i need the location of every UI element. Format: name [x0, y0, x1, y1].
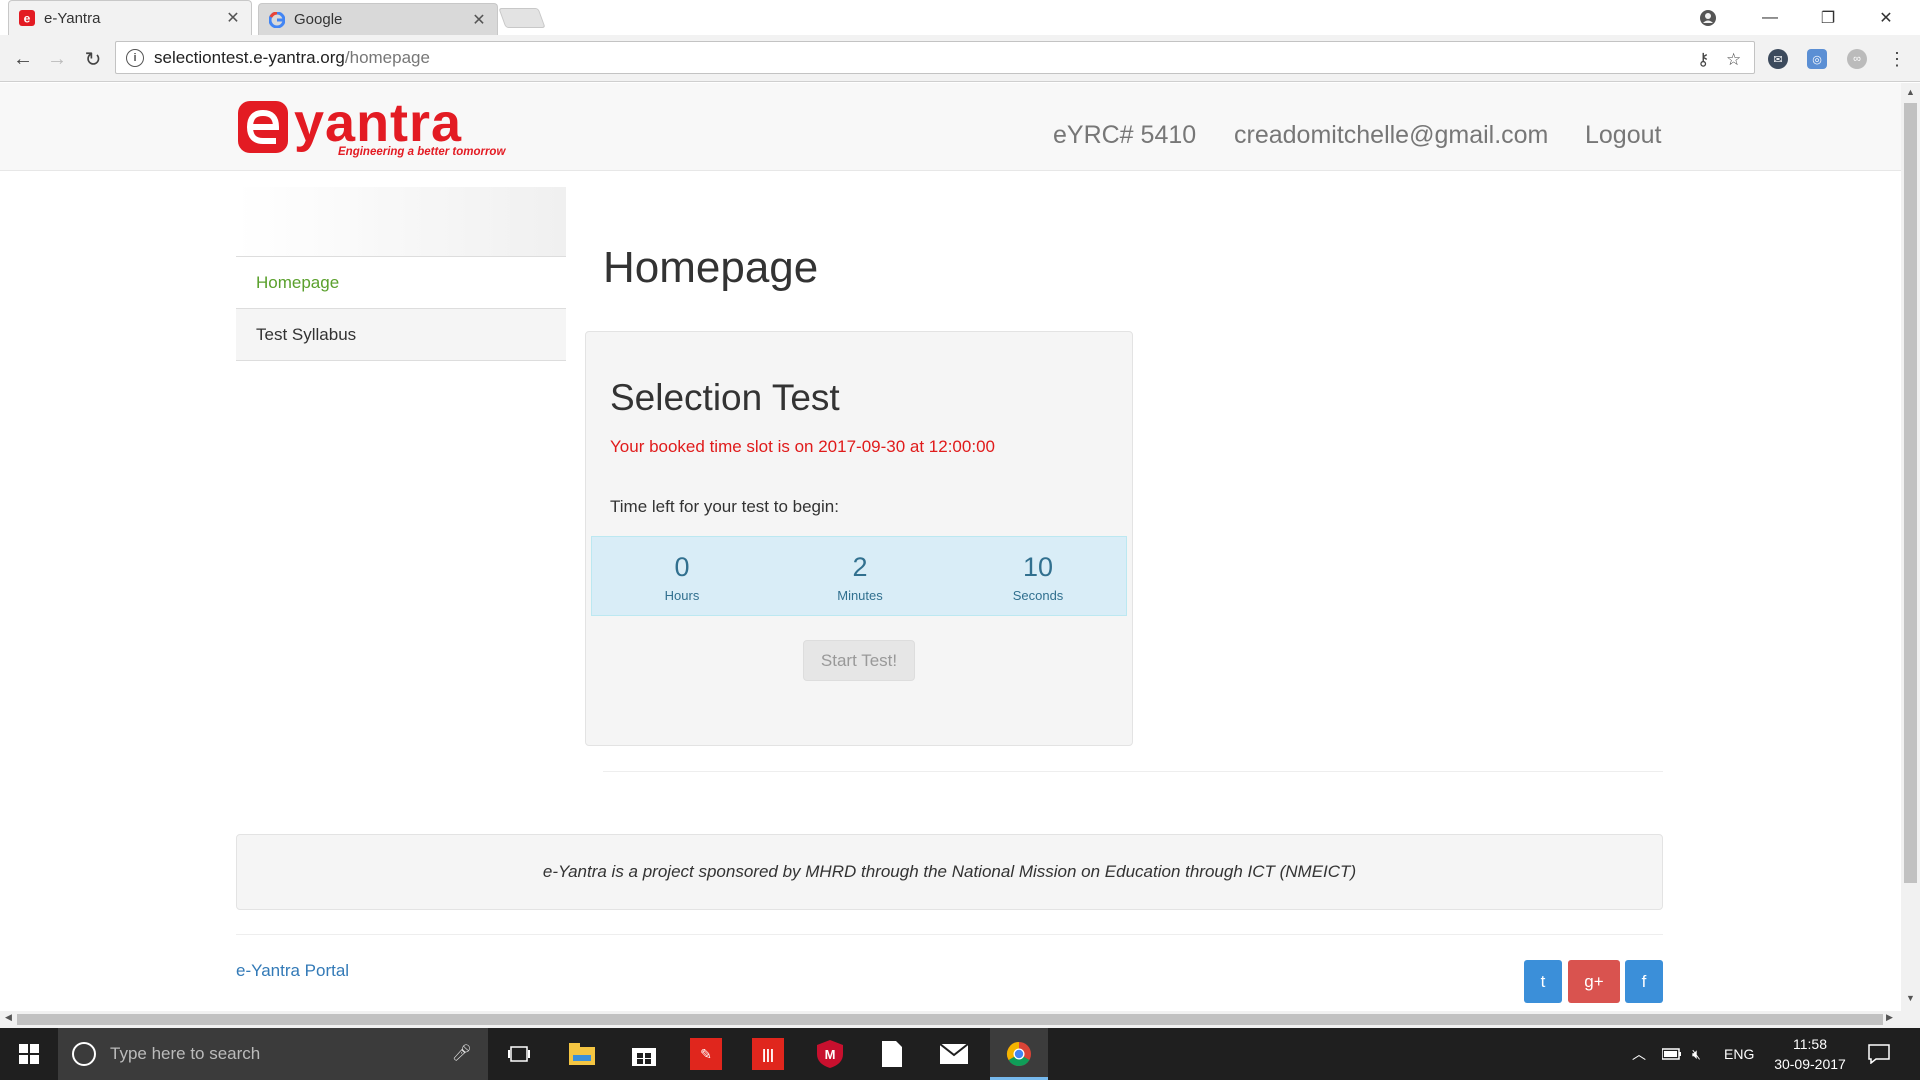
- store-icon[interactable]: [628, 1038, 660, 1070]
- sidebar-item-test-syllabus[interactable]: Test Syllabus: [236, 309, 566, 361]
- minimize-icon[interactable]: —: [1742, 0, 1798, 35]
- tab-title: e-Yantra: [44, 9, 101, 27]
- scroll-thumb[interactable]: [1904, 103, 1917, 883]
- language-indicator[interactable]: ENG: [1724, 1028, 1754, 1080]
- close-window-icon[interactable]: ✕: [1858, 0, 1914, 35]
- svg-text:Engineering a better tomorrow: Engineering a better tomorrow: [338, 146, 506, 158]
- task-view-icon[interactable]: [503, 1038, 535, 1070]
- extension-link-icon[interactable]: ∞: [1847, 49, 1867, 69]
- address-bar[interactable]: i selectiontest.e-yantra.org/homepage ⚷ …: [115, 41, 1755, 74]
- document-icon[interactable]: [876, 1038, 908, 1070]
- back-icon[interactable]: ←: [8, 44, 38, 74]
- forward-icon[interactable]: →: [42, 44, 72, 74]
- countdown-value: 0: [674, 552, 690, 582]
- site-header: yantra Engineering a better tomorrow eYR…: [0, 83, 1901, 171]
- tab-e-yantra[interactable]: e e-Yantra ✕: [8, 0, 252, 35]
- countdown-seconds: 10 Seconds: [948, 537, 1128, 617]
- selection-test-heading: Selection Test: [610, 377, 840, 418]
- divider: [236, 934, 1663, 935]
- clock-time: 11:58: [1793, 1036, 1827, 1052]
- team-id-label[interactable]: eYRC# 5410: [1053, 121, 1196, 150]
- scroll-down-icon[interactable]: ▼: [1901, 993, 1920, 1003]
- slot-message: Your booked time slot is on 2017-09-30 a…: [610, 437, 995, 456]
- windows-taskbar: Type here to search 🎤︎ ✎ ||| M ︿ 🔇︎ ENG …: [0, 1028, 1920, 1080]
- show-hidden-icons[interactable]: ︿: [1632, 1028, 1646, 1080]
- url-path: /homepage: [344, 47, 430, 67]
- profile-icon[interactable]: [1680, 0, 1736, 35]
- tab-title: Google: [294, 11, 343, 28]
- page-title: Homepage: [603, 243, 819, 292]
- sidebar-banner: [236, 187, 566, 257]
- scroll-up-icon[interactable]: ▲: [1901, 87, 1920, 97]
- mail-icon[interactable]: [938, 1038, 970, 1070]
- close-tab-icon[interactable]: ✕: [225, 8, 241, 28]
- taskbar-clock[interactable]: 11:58 30-09-2017: [1760, 1034, 1860, 1074]
- battery-icon[interactable]: [1662, 1028, 1682, 1080]
- svg-text:yantra: yantra: [294, 97, 462, 153]
- time-left-label: Time left for your test to begin:: [610, 497, 839, 516]
- countdown-minutes: 2 Minutes: [770, 537, 950, 617]
- countdown-hours: 0 Hours: [592, 537, 772, 617]
- logout-link[interactable]: Logout: [1585, 121, 1661, 150]
- selection-test-panel: Selection Test Your booked time slot is …: [585, 331, 1133, 746]
- e-yantra-portal-link[interactable]: e-Yantra Portal: [236, 961, 349, 981]
- restore-icon[interactable]: ❐: [1800, 0, 1856, 35]
- scroll-thumb[interactable]: [17, 1014, 1883, 1025]
- sponsor-note: e-Yantra is a project sponsored by MHRD …: [236, 834, 1663, 910]
- taskbar-search-box[interactable]: Type here to search 🎤︎: [58, 1028, 488, 1080]
- countdown-value: 10: [1022, 552, 1054, 582]
- windows-start-icon[interactable]: [0, 1028, 58, 1080]
- browser-toolbar: ← → ↻ i selectiontest.e-yantra.org/homep…: [0, 35, 1920, 82]
- tab-google[interactable]: Google ✕: [258, 3, 498, 35]
- volume-muted-icon[interactable]: 🔇︎: [1692, 1028, 1701, 1080]
- countdown-unit: Minutes: [837, 588, 883, 603]
- sidebar-item-homepage[interactable]: Homepage: [236, 257, 566, 309]
- vertical-scrollbar[interactable]: ▲ ▼: [1901, 83, 1920, 1028]
- mcafee-icon[interactable]: M: [814, 1038, 846, 1070]
- countdown-unit: Hours: [664, 588, 700, 603]
- key-icon[interactable]: ⚷: [1697, 50, 1709, 70]
- bookmark-star-icon[interactable]: ☆: [1726, 50, 1741, 70]
- browser-tab-strip: e e-Yantra ✕ Google ✕ — ❐ ✕: [0, 0, 1920, 35]
- scroll-left-icon[interactable]: ◀: [5, 1012, 12, 1023]
- facebook-button[interactable]: f: [1625, 960, 1663, 1003]
- microphone-icon[interactable]: 🎤︎: [452, 1043, 472, 1063]
- horizontal-scrollbar[interactable]: ◀ ▶: [0, 1011, 1901, 1028]
- svg-text:M: M: [825, 1047, 836, 1062]
- googleplus-button[interactable]: g+: [1568, 960, 1620, 1003]
- pdf-app-icon[interactable]: ✎: [690, 1038, 722, 1070]
- countdown-timer: 0 Hours 2 Minutes 10 Seconds: [591, 536, 1127, 616]
- chrome-icon: [1006, 1042, 1031, 1067]
- url-host: selectiontest.e-yantra.org: [154, 47, 345, 67]
- action-center-icon[interactable]: [1868, 1028, 1890, 1080]
- e-yantra-logo[interactable]: yantra Engineering a better tomorrow: [236, 93, 528, 159]
- divider: [603, 771, 1663, 772]
- user-email-link[interactable]: creadomitchelle@gmail.com: [1234, 121, 1548, 150]
- chrome-menu-icon[interactable]: ⋮: [1887, 49, 1907, 69]
- google-favicon-icon: [269, 11, 285, 28]
- site-info-icon[interactable]: i: [126, 48, 144, 67]
- sidebar: Homepage Test Syllabus: [236, 187, 566, 361]
- twitter-button[interactable]: t: [1524, 960, 1562, 1003]
- countdown-unit: Seconds: [1012, 588, 1064, 603]
- extension-screenshot-icon[interactable]: ◎: [1807, 49, 1827, 69]
- chrome-taskbar-button[interactable]: [990, 1028, 1048, 1080]
- svg-text:e: e: [24, 12, 31, 26]
- scroll-right-icon[interactable]: ▶: [1886, 1012, 1893, 1023]
- e-yantra-favicon-icon: e: [19, 10, 35, 26]
- reload-icon[interactable]: ↻: [78, 44, 108, 74]
- search-placeholder: Type here to search: [110, 1044, 261, 1063]
- close-tab-icon[interactable]: ✕: [471, 10, 487, 30]
- countdown-value: 2: [852, 552, 868, 582]
- clock-date: 30-09-2017: [1774, 1056, 1846, 1072]
- extension-mail-icon[interactable]: ✉: [1768, 49, 1788, 69]
- file-explorer-icon[interactable]: [566, 1038, 598, 1070]
- new-tab-button[interactable]: [498, 8, 546, 28]
- cortana-icon: [72, 1042, 96, 1066]
- page-viewport: yantra Engineering a better tomorrow eYR…: [0, 83, 1901, 1011]
- start-test-button[interactable]: Start Test!: [803, 640, 915, 681]
- media-app-icon[interactable]: |||: [752, 1038, 784, 1070]
